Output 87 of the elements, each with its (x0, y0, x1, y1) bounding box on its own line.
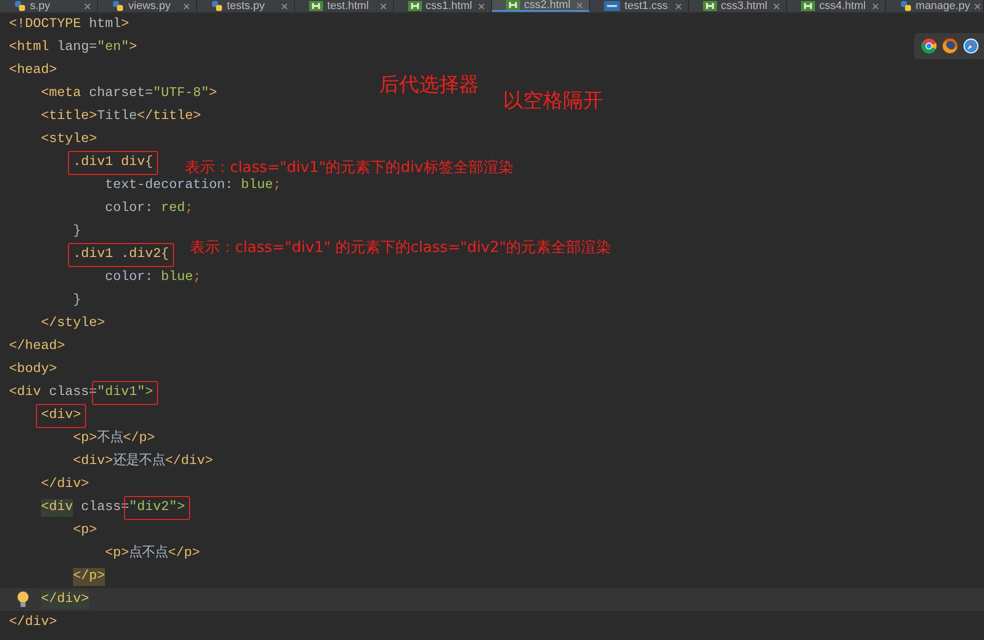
lightbulb-icon[interactable] (17, 591, 29, 608)
file-tab[interactable]: views.py (98, 0, 197, 12)
code-token: </div> (165, 452, 213, 470)
close-icon[interactable] (576, 2, 584, 8)
file-tab[interactable]: test.html (295, 0, 394, 12)
compass-icon[interactable] (963, 38, 979, 54)
code-token: <body> (9, 360, 57, 378)
scope-tag: </p> (73, 568, 105, 586)
code-token: </style> (41, 314, 105, 332)
code-token: <style> (41, 130, 97, 148)
code-token: <!DOCTYPE (9, 16, 81, 34)
code-token: 点不点 (129, 544, 168, 562)
html-file-icon (506, 0, 520, 10)
code-token: lang= (56, 38, 97, 56)
chrome-browser-icon[interactable] (921, 38, 937, 54)
file-tab[interactable]: css3.html (688, 0, 788, 12)
code-token: </p> (168, 544, 200, 562)
code-token: blue (240, 176, 273, 194)
python-file-icon (14, 0, 26, 12)
code-token: 不点 (97, 430, 123, 448)
code-token: <head> (9, 62, 57, 80)
code-token: <meta (41, 84, 81, 102)
close-icon[interactable] (84, 2, 92, 10)
html-file-icon (801, 1, 816, 11)
close-icon[interactable] (478, 2, 486, 10)
file-tab[interactable]: css4.html (787, 0, 886, 12)
boxed-code: .div1 div{ (68, 150, 158, 174)
close-icon[interactable] (974, 2, 982, 10)
close-icon[interactable] (674, 2, 682, 10)
html-file-icon (702, 1, 717, 11)
code-token: } (73, 292, 81, 310)
code-token: Title (97, 108, 137, 126)
code-token: </div> (9, 614, 57, 632)
html-file-icon (309, 1, 324, 11)
annotation-note: 以空格隔开 (503, 88, 603, 112)
css-file-icon (604, 1, 620, 11)
close-icon[interactable] (872, 2, 879, 10)
code-token: <p> (105, 544, 129, 562)
code-token: "UTF-8" (152, 84, 209, 102)
annotation-note: 表示：class="div1"的元素下的div标签全部渲染 (185, 158, 514, 176)
close-icon[interactable] (182, 2, 190, 10)
firefox-browser-icon[interactable] (942, 38, 958, 54)
python-file-icon (900, 0, 912, 12)
code-token: color: (105, 268, 154, 286)
python-file-icon (112, 0, 124, 12)
code-token: </div> (41, 476, 89, 494)
code-token: ; (193, 268, 201, 286)
file-tab[interactable]: css1.html (394, 0, 492, 12)
code-token: > (120, 16, 129, 34)
code-token: color: (105, 200, 154, 218)
code-token: > (208, 84, 217, 102)
code-token: > (129, 38, 137, 56)
code-token: blue (161, 268, 193, 286)
file-tab[interactable]: css2.html (492, 0, 590, 12)
annotation-note: 表示：class="div1" 的元素下的class="div2"的元素全部渲染 (190, 238, 612, 256)
code-token: ; (185, 200, 193, 218)
python-file-icon (210, 0, 223, 12)
code-token: <p> (73, 522, 97, 540)
code-token: </title> (137, 108, 201, 126)
code-token: html (88, 16, 121, 34)
file-tab[interactable]: test1.css (590, 0, 689, 12)
code-token: text-decoration: (105, 176, 234, 194)
html-file-icon (408, 1, 422, 11)
boxed-code: .div1 .div2{ (68, 242, 174, 266)
code-token: </p> (123, 430, 155, 448)
code-token: <html (9, 38, 49, 56)
code-token: } (73, 222, 81, 240)
close-icon[interactable] (380, 2, 387, 10)
close-icon[interactable] (773, 2, 780, 10)
close-icon[interactable] (281, 2, 288, 10)
code-token: <p> (73, 430, 97, 448)
code-token: <div> (73, 452, 113, 470)
file-tab[interactable]: manage.py (886, 0, 984, 12)
code-token: 还是不点 (113, 452, 165, 470)
matched-tag: </div> (41, 590, 89, 608)
annotation-note: 后代选择器 (379, 72, 479, 96)
code-token: red (161, 200, 185, 218)
code-token: <title> (41, 108, 97, 126)
code-token: ; (272, 176, 281, 194)
matched-tag: <div (41, 498, 73, 516)
code-token: "en" (97, 38, 129, 56)
file-tab[interactable]: s.py (0, 0, 98, 12)
code-token: charset= (88, 84, 153, 102)
file-tab[interactable]: tests.py (196, 0, 296, 12)
code-token: </head> (9, 338, 65, 356)
boxed-code: <div> (36, 404, 86, 428)
code-token: <div (9, 384, 41, 402)
